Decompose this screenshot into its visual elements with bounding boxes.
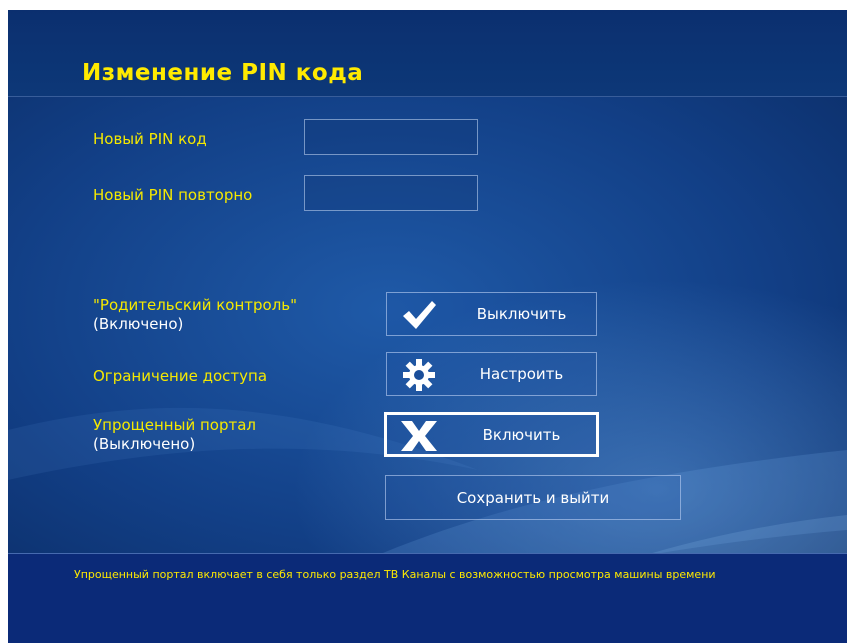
simple-portal-enable-button[interactable]: Включить bbox=[384, 412, 599, 457]
x-icon bbox=[401, 421, 437, 451]
parental-control-toggle-button[interactable]: Выключить bbox=[386, 292, 597, 336]
simple-portal-button-label: Включить bbox=[482, 425, 561, 444]
page-title: Изменение PIN кода bbox=[82, 60, 364, 86]
access-restriction-configure-button[interactable]: Настроить bbox=[386, 352, 597, 396]
repeat-pin-field[interactable] bbox=[304, 175, 478, 211]
pin-change-screen: Изменение PIN кода Новый PIN код Новый P… bbox=[8, 10, 847, 643]
check-icon bbox=[403, 301, 436, 329]
simple-portal-label: Упрощенный портал (Выключено) bbox=[93, 416, 256, 454]
repeat-pin-label: Новый PIN повторно bbox=[93, 186, 253, 204]
new-pin-label: Новый PIN код bbox=[93, 130, 207, 148]
save-and-exit-button[interactable]: Сохранить и выйти bbox=[385, 475, 681, 520]
simple-portal-status: (Выключено) bbox=[93, 435, 196, 453]
access-restriction-button-label: Настроить bbox=[479, 365, 564, 383]
parental-control-status: (Включено) bbox=[93, 315, 184, 333]
gear-icon bbox=[403, 359, 435, 391]
new-pin-field[interactable] bbox=[304, 119, 478, 155]
parental-control-label: "Родительский контроль" (Включено) bbox=[93, 296, 297, 334]
simple-portal-title: Упрощенный портал bbox=[93, 416, 257, 434]
save-and-exit-label: Сохранить и выйти bbox=[456, 488, 610, 507]
footer-info-text: Упрощенный портал включает в себя только… bbox=[74, 568, 716, 581]
access-restriction-label: Ограничение доступа bbox=[93, 367, 267, 386]
parental-control-title: "Родительский контроль" bbox=[93, 296, 298, 314]
parental-control-button-label: Выключить bbox=[476, 305, 567, 323]
footer-info-bar: Упрощенный портал включает в себя только… bbox=[8, 553, 847, 643]
access-restriction-title: Ограничение доступа bbox=[93, 367, 268, 385]
